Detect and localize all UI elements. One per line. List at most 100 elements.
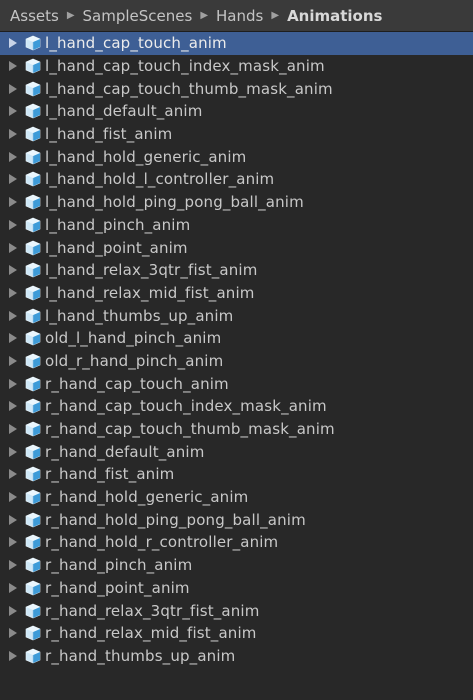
asset-name: l_hand_hold_ping_pong_ball_anim <box>45 193 304 212</box>
asset-name: old_r_hand_pinch_anim <box>45 351 224 370</box>
animation-clip-icon <box>24 647 42 665</box>
breadcrumb-item-samplescenes[interactable]: SampleScenes <box>83 7 193 25</box>
expand-arrow-icon[interactable] <box>8 536 18 548</box>
asset-row[interactable]: l_hand_cap_touch_index_mask_anim <box>0 55 473 78</box>
asset-name: r_hand_hold_ping_pong_ball_anim <box>45 510 306 529</box>
expand-arrow-icon[interactable] <box>8 605 18 617</box>
expand-arrow-icon[interactable] <box>8 446 18 458</box>
expand-arrow-icon[interactable] <box>8 310 18 322</box>
asset-row[interactable]: r_hand_relax_mid_fist_anim <box>0 622 473 645</box>
expand-arrow-icon[interactable] <box>8 400 18 412</box>
asset-row[interactable]: l_hand_relax_mid_fist_anim <box>0 282 473 305</box>
asset-row[interactable]: l_hand_default_anim <box>0 100 473 123</box>
expand-arrow-icon[interactable] <box>8 378 18 390</box>
asset-row[interactable]: l_hand_cap_touch_thumb_mask_anim <box>0 77 473 100</box>
asset-name: l_hand_hold_generic_anim <box>45 147 247 166</box>
asset-row[interactable]: r_hand_thumbs_up_anim <box>0 645 473 668</box>
asset-name: r_hand_relax_mid_fist_anim <box>45 624 257 643</box>
asset-row[interactable]: r_hand_cap_touch_thumb_mask_anim <box>0 418 473 441</box>
animation-clip-icon <box>24 80 42 98</box>
expand-arrow-icon[interactable] <box>8 128 18 140</box>
expand-arrow-icon[interactable] <box>8 196 18 208</box>
animation-clip-icon <box>24 284 42 302</box>
expand-arrow-icon[interactable] <box>8 355 18 367</box>
asset-name: l_hand_cap_touch_index_mask_anim <box>45 57 325 76</box>
animation-clip-icon <box>24 533 42 551</box>
animation-clip-icon <box>24 102 42 120</box>
asset-row[interactable]: l_hand_point_anim <box>0 236 473 259</box>
asset-name: r_hand_default_anim <box>45 442 205 461</box>
breadcrumb-item-hands[interactable]: Hands <box>216 7 263 25</box>
animation-clip-icon <box>24 443 42 461</box>
breadcrumb-item-assets[interactable]: Assets <box>10 7 59 25</box>
animation-clip-icon <box>24 125 42 143</box>
asset-row[interactable]: l_hand_relax_3qtr_fist_anim <box>0 259 473 282</box>
asset-row[interactable]: l_hand_hold_ping_pong_ball_anim <box>0 191 473 214</box>
asset-row[interactable]: l_hand_fist_anim <box>0 123 473 146</box>
asset-name: r_hand_point_anim <box>45 578 190 597</box>
animation-clip-icon <box>24 624 42 642</box>
asset-row[interactable]: l_hand_cap_touch_anim <box>0 32 473 55</box>
asset-row[interactable]: r_hand_fist_anim <box>0 463 473 486</box>
animation-clip-icon <box>24 34 42 52</box>
asset-row[interactable]: r_hand_hold_ping_pong_ball_anim <box>0 508 473 531</box>
expand-arrow-icon[interactable] <box>8 514 18 526</box>
expand-arrow-icon[interactable] <box>8 423 18 435</box>
expand-arrow-icon[interactable] <box>8 37 18 49</box>
expand-arrow-icon[interactable] <box>8 173 18 185</box>
animation-clip-icon <box>24 193 42 211</box>
asset-name: r_hand_thumbs_up_anim <box>45 646 236 665</box>
asset-row[interactable]: r_hand_point_anim <box>0 577 473 600</box>
asset-name: r_hand_fist_anim <box>45 465 175 484</box>
asset-row[interactable]: l_hand_hold_l_controller_anim <box>0 168 473 191</box>
animation-clip-icon <box>24 216 42 234</box>
animation-clip-icon <box>24 397 42 415</box>
expand-arrow-icon[interactable] <box>8 650 18 662</box>
animation-clip-icon <box>24 511 42 529</box>
asset-name: l_hand_hold_l_controller_anim <box>45 170 275 189</box>
expand-arrow-icon[interactable] <box>8 60 18 72</box>
asset-row[interactable]: l_hand_pinch_anim <box>0 214 473 237</box>
animation-clip-icon <box>24 579 42 597</box>
asset-row[interactable]: old_l_hand_pinch_anim <box>0 327 473 350</box>
expand-arrow-icon[interactable] <box>8 468 18 480</box>
animation-clip-icon <box>24 375 42 393</box>
asset-row[interactable]: r_hand_pinch_anim <box>0 554 473 577</box>
asset-row[interactable]: r_hand_default_anim <box>0 440 473 463</box>
expand-arrow-icon[interactable] <box>8 151 18 163</box>
asset-row[interactable]: r_hand_relax_3qtr_fist_anim <box>0 599 473 622</box>
expand-arrow-icon[interactable] <box>8 559 18 571</box>
asset-row[interactable]: r_hand_cap_touch_anim <box>0 372 473 395</box>
expand-arrow-icon[interactable] <box>8 264 18 276</box>
asset-row[interactable]: l_hand_hold_generic_anim <box>0 145 473 168</box>
animation-clip-icon <box>24 602 42 620</box>
asset-name: old_l_hand_pinch_anim <box>45 329 222 348</box>
asset-row[interactable]: r_hand_hold_r_controller_anim <box>0 531 473 554</box>
expand-arrow-icon[interactable] <box>8 332 18 344</box>
animation-clip-icon <box>24 352 42 370</box>
expand-arrow-icon[interactable] <box>8 219 18 231</box>
asset-name: r_hand_cap_touch_index_mask_anim <box>45 397 327 416</box>
expand-arrow-icon[interactable] <box>8 105 18 117</box>
animation-clip-icon <box>24 239 42 257</box>
asset-name: l_hand_cap_touch_anim <box>45 34 227 53</box>
asset-name: l_hand_relax_mid_fist_anim <box>45 283 255 302</box>
asset-name: l_hand_point_anim <box>45 238 188 257</box>
asset-name: r_hand_pinch_anim <box>45 556 193 575</box>
animation-clip-icon <box>24 261 42 279</box>
asset-row[interactable]: old_r_hand_pinch_anim <box>0 350 473 373</box>
expand-arrow-icon[interactable] <box>8 582 18 594</box>
expand-arrow-icon[interactable] <box>8 287 18 299</box>
asset-row[interactable]: r_hand_hold_generic_anim <box>0 486 473 509</box>
animation-clip-icon <box>24 307 42 325</box>
expand-arrow-icon[interactable] <box>8 627 18 639</box>
animation-clip-icon <box>24 329 42 347</box>
asset-row[interactable]: r_hand_cap_touch_index_mask_anim <box>0 395 473 418</box>
asset-row[interactable]: l_hand_thumbs_up_anim <box>0 304 473 327</box>
asset-name: r_hand_hold_generic_anim <box>45 488 249 507</box>
expand-arrow-icon[interactable] <box>8 242 18 254</box>
expand-arrow-icon[interactable] <box>8 83 18 95</box>
breadcrumb-current-animations[interactable]: Animations <box>287 7 382 25</box>
asset-name: l_hand_cap_touch_thumb_mask_anim <box>45 79 333 98</box>
expand-arrow-icon[interactable] <box>8 491 18 503</box>
